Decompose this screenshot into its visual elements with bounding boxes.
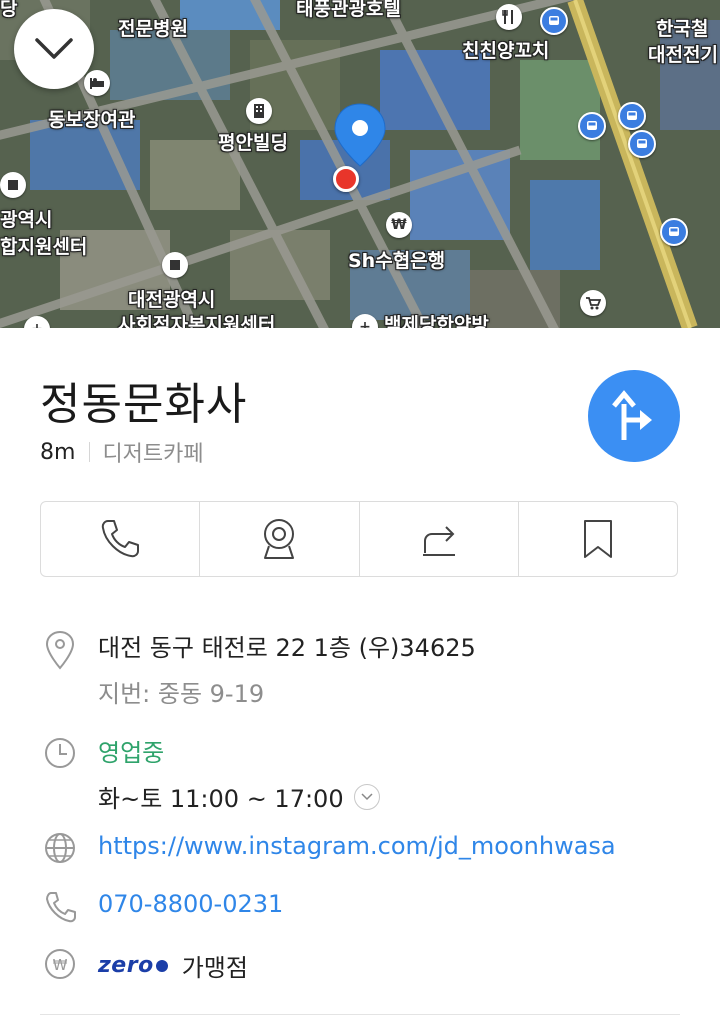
place-category: 디저트카페 <box>102 442 204 467</box>
location-pin-icon[interactable] <box>333 102 387 168</box>
map-label-railway: 한국철 <box>656 18 709 40</box>
bank-icon[interactable]: ₩ <box>386 212 412 238</box>
map-label-hospital: 전문병원 <box>118 18 188 40</box>
phone-number-link[interactable]: 070-8800-0231 <box>98 890 283 918</box>
restaurant-icon[interactable] <box>496 4 522 30</box>
current-location-dot <box>333 166 359 192</box>
map-label-building: 평안빌딩 <box>218 132 288 154</box>
chevron-down-icon <box>35 38 73 59</box>
website-row: https://www.instagram.com/jd_moonhwasa <box>40 830 680 870</box>
location-outline-icon <box>45 630 75 670</box>
phone-icon <box>101 520 140 558</box>
bus-icon[interactable] <box>540 7 568 35</box>
phone-icon <box>46 892 76 923</box>
map-label-railway2: 대전전기 <box>648 44 718 66</box>
directions-button[interactable] <box>588 370 680 462</box>
place-name: 정동문화사 <box>40 379 248 430</box>
place-meta: 8m 디저트카페 <box>40 436 204 468</box>
place-detail-sheet: 정동문화사 8m 디저트카페 대전 동구 태전로 22 1층 (우)34625 … <box>0 328 720 1020</box>
shopping-cart-icon[interactable] <box>580 290 606 316</box>
won-coin-icon: ₩ <box>45 949 75 979</box>
bus-icon[interactable] <box>660 218 688 246</box>
share-button[interactable] <box>360 502 519 576</box>
map-label-city-left: 광역시 <box>0 209 53 231</box>
action-bar <box>40 501 678 577</box>
bus-icon[interactable] <box>578 112 606 140</box>
map-label-pharmacy: 백제당한약방 <box>384 314 489 328</box>
call-button[interactable] <box>41 502 201 576</box>
section-divider <box>40 1014 680 1015</box>
chevron-down-icon <box>361 792 373 800</box>
map-label-hotel: 태풍관광호텔 <box>296 0 401 20</box>
website-link[interactable]: https://www.instagram.com/jd_moonhwasa <box>98 832 616 860</box>
lot-address-text: 지번: 중동 9-19 <box>98 680 265 708</box>
expand-hours-button[interactable] <box>353 783 380 810</box>
lodging-poi-icon[interactable] <box>84 70 110 96</box>
collapse-map-button[interactable] <box>14 9 94 89</box>
map-label-restaurant: 친친양꼬치 <box>462 40 550 62</box>
zeropay-info: zero 가맹점 <box>98 948 248 983</box>
map-label-inn: 동보장여관 <box>48 109 136 131</box>
map-label-support-center: 합지원센터 <box>0 236 88 258</box>
map-label-bank: Sh수협은행 <box>348 250 446 272</box>
public-office-poi-icon[interactable] <box>0 172 26 198</box>
building-poi-icon[interactable] <box>246 98 272 124</box>
map-label-social-center: 사회적자본지원센터 <box>118 314 276 328</box>
share-icon <box>422 526 455 556</box>
map-label-hospital-prefix: 당 <box>0 0 18 20</box>
svg-text:₩: ₩ <box>53 956 68 974</box>
zeropay-row: ₩ zero 가맹점 <box>40 946 680 986</box>
hours-row: 영업중 화~토 11:00 ~ 17:00 <box>40 733 680 813</box>
roadview-button[interactable] <box>200 502 360 576</box>
business-hours: 화~토 11:00 ~ 17:00 <box>98 779 380 814</box>
place-distance: 8m <box>40 439 76 465</box>
clock-icon <box>45 738 75 768</box>
address-row: 대전 동구 태전로 22 1층 (우)34625 지번: 중동 9-19 <box>40 628 680 708</box>
map-label-city-hall: 대전광역시 <box>128 289 216 311</box>
bookmark-icon <box>583 520 612 558</box>
public-office-poi-icon[interactable] <box>162 252 188 278</box>
save-bookmark-button[interactable] <box>519 502 677 576</box>
bus-icon[interactable] <box>618 102 646 130</box>
phone-row: 070-8800-0231 <box>40 888 680 928</box>
zeropay-logo: zero <box>98 953 154 978</box>
globe-icon <box>45 833 75 863</box>
roadview-camera-icon <box>264 519 295 559</box>
map-view[interactable]: 당 전문병원 태풍관광호텔 친친양꼬치 한국철 대전전기 동보장여관 평안빌딩 … <box>0 0 720 328</box>
zeropay-logo-dot <box>155 959 168 972</box>
directions-icon <box>612 390 652 440</box>
business-hours-text: 화~토 11:00 ~ 17:00 <box>98 785 344 813</box>
zeropay-label: 가맹점 <box>181 954 248 982</box>
open-status: 영업중 <box>98 739 165 767</box>
meta-divider <box>89 442 91 462</box>
address-text[interactable]: 대전 동구 태전로 22 1층 (우)34625 <box>98 628 476 663</box>
bus-icon[interactable] <box>628 130 656 158</box>
